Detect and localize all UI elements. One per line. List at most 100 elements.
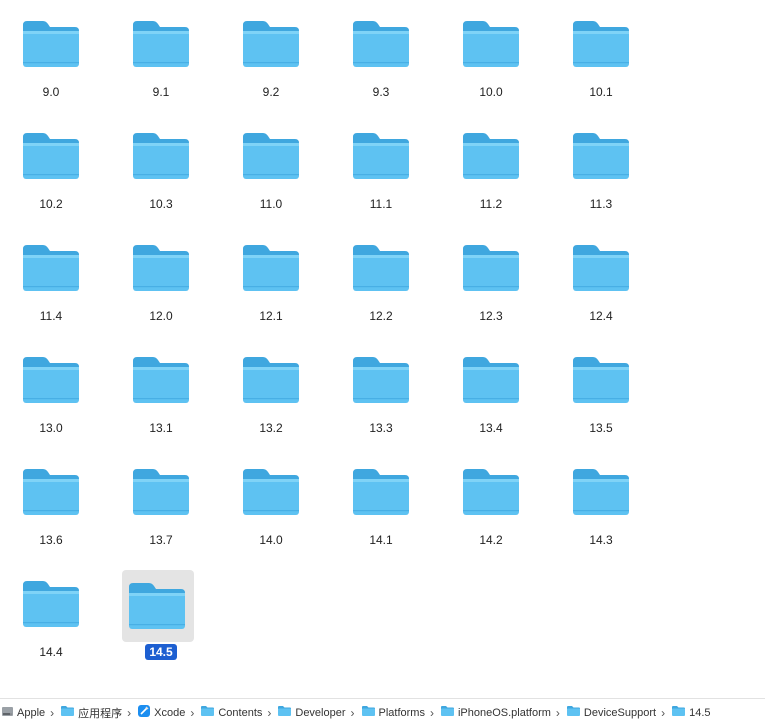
folder-icon[interactable] — [565, 234, 637, 302]
folder-item[interactable]: 10.1 — [550, 10, 660, 120]
folder-label[interactable]: 12.0 — [110, 309, 212, 323]
folder-icon[interactable] — [235, 122, 307, 190]
folder-icon[interactable] — [125, 458, 197, 526]
folder-item[interactable]: 9.3 — [330, 10, 440, 120]
folder-item[interactable]: 10.0 — [440, 10, 550, 120]
folder-label[interactable]: 14.1 — [330, 533, 432, 547]
folder-item[interactable]: 12.3 — [440, 234, 550, 344]
folder-item[interactable]: 13.4 — [440, 346, 550, 456]
folder-icon[interactable] — [125, 122, 197, 190]
folder-label[interactable]: 10.3 — [110, 197, 212, 211]
folder-icon[interactable] — [345, 234, 417, 302]
path-item[interactable]: Contents — [200, 703, 262, 723]
folder-item[interactable]: 10.2 — [0, 122, 110, 232]
folder-label[interactable]: 12.2 — [330, 309, 432, 323]
folder-item[interactable]: 12.1 — [220, 234, 330, 344]
folder-item[interactable]: 13.6 — [0, 458, 110, 568]
folder-icon[interactable] — [15, 10, 87, 78]
folder-icon[interactable] — [345, 458, 417, 526]
folder-icon[interactable] — [15, 570, 87, 638]
path-item[interactable]: 应用程序 — [60, 703, 122, 723]
folder-icon[interactable] — [565, 458, 637, 526]
folder-icon[interactable] — [235, 458, 307, 526]
folder-label[interactable]: 13.0 — [0, 421, 102, 435]
folder-item[interactable]: 13.3 — [330, 346, 440, 456]
path-item[interactable]: Platforms — [361, 703, 425, 723]
folder-label[interactable]: 10.0 — [440, 85, 542, 99]
folder-icon[interactable] — [15, 346, 87, 414]
folder-icon[interactable] — [455, 458, 527, 526]
path-item[interactable]: Xcode — [137, 703, 185, 723]
folder-icon[interactable] — [235, 10, 307, 78]
folder-label[interactable]: 11.3 — [550, 197, 652, 211]
folder-label[interactable]: 14.2 — [440, 533, 542, 547]
folder-item[interactable]: 9.2 — [220, 10, 330, 120]
folder-item[interactable]: 9.0 — [0, 10, 110, 120]
folder-icon[interactable] — [15, 458, 87, 526]
folder-item[interactable]: 11.4 — [0, 234, 110, 344]
folder-label[interactable]: 9.2 — [220, 85, 322, 99]
folder-item[interactable]: 11.3 — [550, 122, 660, 232]
folder-label[interactable]: 13.7 — [110, 533, 212, 547]
folder-item[interactable]: 13.2 — [220, 346, 330, 456]
folder-item[interactable]: 11.1 — [330, 122, 440, 232]
folder-item[interactable]: 14.3 — [550, 458, 660, 568]
folder-item[interactable]: 12.0 — [110, 234, 220, 344]
folder-item[interactable]: 12.2 — [330, 234, 440, 344]
folder-item[interactable]: 14.4 — [0, 570, 110, 680]
folder-item[interactable]: 13.1 — [110, 346, 220, 456]
folder-icon[interactable] — [455, 234, 527, 302]
folder-item[interactable]: 14.0 — [220, 458, 330, 568]
folder-item[interactable]: 13.0 — [0, 346, 110, 456]
folder-item[interactable]: 14.5 — [110, 570, 220, 680]
folder-icon[interactable] — [455, 122, 527, 190]
folder-icon[interactable] — [125, 346, 197, 414]
folder-icon[interactable] — [455, 10, 527, 78]
folder-label[interactable]: 9.3 — [330, 85, 432, 99]
folder-item[interactable]: 14.1 — [330, 458, 440, 568]
folder-icon[interactable] — [15, 234, 87, 302]
folder-label[interactable]: 11.2 — [440, 197, 542, 211]
folder-label[interactable]: 9.1 — [110, 85, 212, 99]
folder-icon[interactable] — [122, 570, 194, 642]
path-item[interactable]: Apple — [1, 703, 45, 723]
folder-item[interactable]: 14.2 — [440, 458, 550, 568]
folder-label[interactable]: 12.1 — [220, 309, 322, 323]
folder-label[interactable]: 14.3 — [550, 533, 652, 547]
folder-label[interactable]: 14.5 — [110, 644, 212, 660]
folder-icon[interactable] — [125, 10, 197, 78]
folder-label[interactable]: 11.0 — [220, 197, 322, 211]
folder-label[interactable]: 11.1 — [330, 197, 432, 211]
folder-icon[interactable] — [235, 234, 307, 302]
path-item[interactable]: Developer — [277, 703, 346, 723]
folder-label[interactable]: 13.6 — [0, 533, 102, 547]
folder-label[interactable]: 10.2 — [0, 197, 102, 211]
folder-label[interactable]: 9.0 — [0, 85, 102, 99]
folder-label[interactable]: 14.0 — [220, 533, 322, 547]
folder-label[interactable]: 13.4 — [440, 421, 542, 435]
folder-icon[interactable] — [345, 10, 417, 78]
folder-label[interactable]: 10.1 — [550, 85, 652, 99]
folder-item[interactable]: 13.7 — [110, 458, 220, 568]
path-item[interactable]: DeviceSupport — [566, 703, 656, 723]
folder-label[interactable]: 13.5 — [550, 421, 652, 435]
folder-item[interactable]: 12.4 — [550, 234, 660, 344]
folder-item[interactable]: 13.5 — [550, 346, 660, 456]
folder-label[interactable]: 12.3 — [440, 309, 542, 323]
path-item[interactable]: 14.5 — [671, 703, 711, 723]
folder-item[interactable]: 11.2 — [440, 122, 550, 232]
folder-label[interactable]: 12.4 — [550, 309, 652, 323]
folder-icon[interactable] — [345, 122, 417, 190]
folder-item[interactable]: 11.0 — [220, 122, 330, 232]
path-item[interactable]: iPhoneOS.platform — [440, 703, 551, 723]
folder-label[interactable]: 13.3 — [330, 421, 432, 435]
folder-icon[interactable] — [455, 346, 527, 414]
folder-icon[interactable] — [125, 234, 197, 302]
folder-item[interactable]: 10.3 — [110, 122, 220, 232]
folder-label[interactable]: 13.2 — [220, 421, 322, 435]
folder-label[interactable]: 14.4 — [0, 645, 102, 659]
folder-icon[interactable] — [565, 10, 637, 78]
folder-icon[interactable] — [565, 122, 637, 190]
folder-icon[interactable] — [565, 346, 637, 414]
folder-icon[interactable] — [235, 346, 307, 414]
